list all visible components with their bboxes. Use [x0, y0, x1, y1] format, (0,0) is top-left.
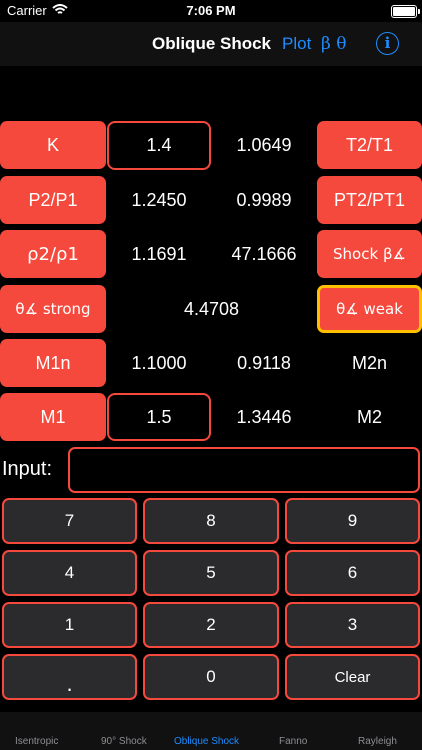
m1-label: M1 — [40, 406, 66, 427]
key-9[interactable]: 9 — [285, 498, 420, 544]
key-decimal[interactable]: . — [2, 654, 137, 700]
tab-isentropic[interactable]: Isentropic — [15, 736, 58, 747]
k-button[interactable]: K — [0, 121, 106, 169]
theta-value: 4.4708 — [183, 298, 240, 319]
m2n-label: M2n — [351, 352, 387, 373]
tab-oblique-shock[interactable]: Oblique Shock — [174, 736, 239, 747]
key-2[interactable]: 2 — [143, 602, 279, 648]
rho-ratio-button[interactable]: ρ2/ρ1 — [0, 230, 106, 278]
m1-value-field[interactable]: 1.5 — [107, 393, 211, 441]
status-bar: Carrier 7:06 PM — [0, 0, 422, 22]
key-4[interactable]: 4 — [2, 550, 137, 596]
navigation-bar: Oblique Shock Plot β θ i — [0, 22, 422, 66]
beta-theta-button[interactable]: β θ — [321, 34, 346, 54]
key-5[interactable]: 5 — [143, 550, 279, 596]
m1n-button[interactable]: M1n — [0, 339, 106, 387]
rho-ratio-value: 1.1691 — [131, 243, 187, 264]
m1-button[interactable]: M1 — [0, 393, 106, 441]
p-ratio-label: P2/P1 — [28, 189, 78, 210]
input-field[interactable] — [68, 447, 420, 493]
m2-value: 1.3446 — [236, 406, 292, 427]
key-1[interactable]: 1 — [2, 602, 137, 648]
key-8[interactable]: 8 — [143, 498, 279, 544]
t-ratio-label: T2/T1 — [345, 134, 393, 155]
m1n-label: M1n — [35, 352, 71, 373]
tab-fanno[interactable]: Fanno — [279, 736, 307, 747]
p-ratio-value: 1.2450 — [131, 189, 187, 210]
m1n-value: 1.1000 — [131, 352, 187, 373]
plot-button[interactable]: Plot — [282, 34, 311, 54]
battery-icon — [391, 5, 420, 18]
key-0[interactable]: 0 — [143, 654, 279, 700]
input-label: Input: — [2, 458, 53, 480]
shock-beta-value: 47.1666 — [231, 243, 297, 264]
m1-value: 1.5 — [146, 406, 172, 427]
shock-beta-button[interactable]: Shock β∡ — [317, 230, 422, 278]
m2n-value: 0.9118 — [237, 352, 291, 373]
tab-90-shock[interactable]: 90° Shock — [101, 736, 147, 747]
pt-ratio-label: PT2/PT1 — [333, 189, 406, 210]
theta-strong-button[interactable]: θ∡ strong — [0, 285, 106, 333]
k-button-label: K — [46, 134, 59, 155]
key-7[interactable]: 7 — [2, 498, 137, 544]
pt-ratio-button[interactable]: PT2/PT1 — [317, 176, 422, 224]
clock: 7:06 PM — [186, 3, 236, 18]
k-value: 1.4 — [146, 135, 172, 155]
rho-ratio-label: ρ2/ρ1 — [27, 243, 79, 265]
key-3[interactable]: 3 — [285, 602, 420, 648]
theta-weak-button[interactable]: θ∡ weak — [317, 285, 422, 333]
key-6[interactable]: 6 — [285, 550, 420, 596]
shock-beta-label: Shock β∡ — [333, 245, 406, 263]
k-value-field[interactable]: 1.4 — [107, 121, 211, 170]
page-title: Oblique Shock — [152, 34, 272, 53]
tab-bar: Isentropic 90° Shock Oblique Shock Fanno… — [0, 712, 422, 750]
t-ratio-value: 1.0649 — [236, 134, 292, 155]
m2-label: M2 — [356, 406, 382, 427]
theta-strong-label: θ∡ strong — [15, 300, 91, 318]
pt-ratio-value: 0.9989 — [236, 189, 292, 210]
tab-rayleigh[interactable]: Rayleigh — [358, 736, 397, 747]
p-ratio-button[interactable]: P2/P1 — [0, 176, 106, 224]
t-ratio-button[interactable]: T2/T1 — [317, 121, 422, 169]
info-icon[interactable]: i — [376, 32, 399, 55]
clear-button[interactable]: Clear — [285, 654, 420, 700]
theta-weak-label: θ∡ weak — [336, 300, 403, 318]
